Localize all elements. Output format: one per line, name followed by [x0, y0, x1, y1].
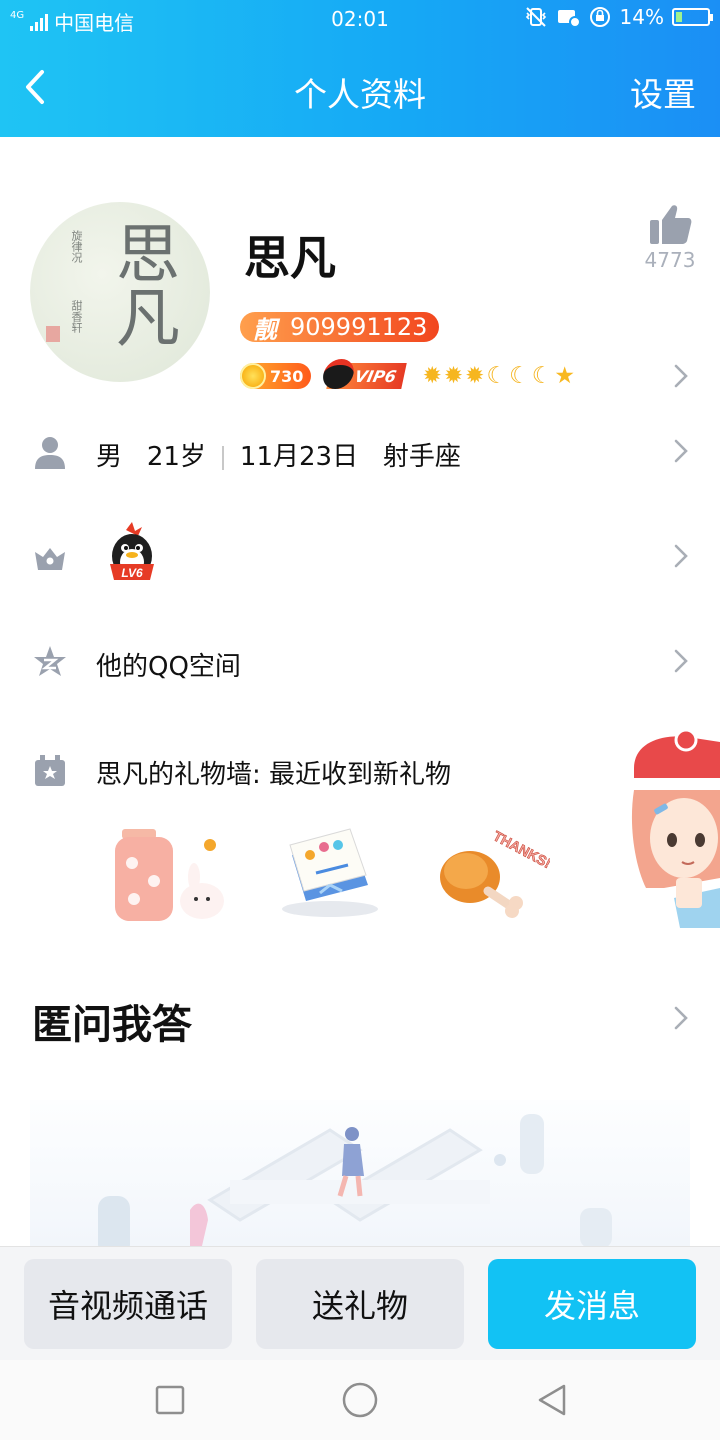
birthday: 11月23日 [239, 442, 359, 472]
bottom-action-bar: 音视频通话 送礼物 发消息 [0, 1246, 720, 1360]
header-bar: 4G 中国电信 02:01 14% 个人资料 设置 [0, 0, 720, 137]
back-nav-button[interactable] [534, 1382, 570, 1418]
gift-item[interactable] [270, 815, 390, 925]
gift-box-icon [35, 755, 65, 786]
profile-name: 思凡 [244, 231, 336, 285]
avatar[interactable]: 思凡 旋律况 甜香轩 [30, 202, 210, 382]
pretty-number-tag: 靓 [253, 315, 277, 344]
avatar-small-text: 甜香轩 [70, 300, 83, 333]
vibrate-icon [525, 7, 546, 27]
gender: 男 [96, 442, 123, 472]
level-badge-label: LV6 [121, 566, 143, 580]
gift-list: THANKS! [110, 815, 554, 925]
gift-wall-row[interactable]: 思凡的礼物墙: 最近收到新礼物 [0, 738, 720, 802]
battery-percent: 14% [619, 5, 664, 29]
drumstick-thanks-icon: THANKS! [440, 827, 554, 918]
qa-illustration [30, 1100, 690, 1246]
chevron-right-icon[interactable] [672, 1004, 690, 1032]
qzone-label: 他的QQ空间 [96, 652, 241, 682]
sun-icon: ✹ [422, 362, 442, 389]
video-call-button[interactable]: 音视频通话 [24, 1259, 232, 1349]
status-right: 14% [524, 5, 713, 29]
gift-item[interactable]: THANKS! [430, 815, 554, 925]
penguin-icon [320, 359, 358, 389]
recent-apps-button[interactable] [154, 1384, 186, 1416]
like-button[interactable]: 4773 [640, 202, 700, 272]
chevron-right-icon [674, 544, 688, 568]
avatar-calligraphy: 思凡 [105, 220, 179, 348]
qzone-star-icon [34, 646, 66, 676]
home-button[interactable] [340, 1380, 380, 1420]
qq-number: 909991123 [290, 313, 428, 341]
like-count: 4773 [644, 248, 696, 272]
avatar-small-text: 旋律况 [70, 230, 83, 263]
star-icon: ★ [554, 362, 575, 389]
rotation-lock-icon [589, 7, 610, 27]
gift-wall-label: 思凡的礼物墙: 最近收到新礼物 [96, 760, 452, 790]
moon-icon: ☾ [509, 362, 530, 389]
vip-badge: VIP6 [320, 359, 408, 389]
moon-icon: ☾ [531, 362, 553, 389]
send-message-button[interactable]: 发消息 [488, 1259, 696, 1349]
seal-stamp [46, 326, 60, 342]
battery-icon [672, 8, 713, 26]
birthday-card-icon [282, 828, 378, 917]
zodiac: 射手座 [382, 442, 461, 472]
level-penguin-badge: LV6 [110, 522, 154, 580]
sun-icon: ✹ [465, 362, 485, 389]
sun-icon: ✹ [443, 362, 464, 389]
cartoon-girl-decoration[interactable] [624, 728, 720, 928]
badges-row[interactable]: 730 VIP6 ✹ ✹ ✹ ☾ ☾ ☾ ★ [240, 359, 575, 392]
thumbs-up-icon [650, 205, 692, 244]
thanks-text: THANKS! [491, 828, 550, 872]
chevron-right-icon[interactable] [672, 362, 690, 390]
gift-item[interactable] [110, 815, 230, 925]
age: 21岁 [146, 442, 206, 472]
coin-badge: 730 [240, 363, 312, 389]
send-gift-button[interactable]: 送礼物 [256, 1259, 464, 1349]
chevron-right-icon [674, 649, 688, 673]
level-row[interactable]: LV6 [0, 520, 720, 592]
qa-section-title: 匿问我答 [32, 1002, 192, 1048]
status-bar: 4G 中国电信 02:01 14% [0, 0, 720, 38]
settings-button[interactable]: 设置 [630, 68, 696, 116]
message-icon [557, 10, 580, 28]
divider [221, 445, 224, 470]
qa-illustration-graphic [98, 1114, 612, 1246]
vip-label: VIP6 [353, 366, 399, 386]
qzone-row[interactable]: 他的QQ空间 [0, 630, 720, 694]
crown-icon [35, 548, 65, 570]
system-nav-bar [0, 1360, 720, 1440]
qq-number-badge: 靓 909991123 [240, 312, 440, 344]
coin-icon [240, 363, 266, 389]
basic-info-row[interactable]: 男 21岁 11月23日 射手座 [0, 420, 720, 484]
basic-info-text: 男 21岁 11月23日 射手座 [96, 436, 461, 473]
chevron-right-icon [674, 439, 688, 463]
moon-icon: ☾ [486, 362, 508, 389]
cherry-blossom-jar-icon [115, 829, 224, 921]
person-icon [35, 437, 65, 469]
coin-value: 730 [270, 366, 304, 386]
qq-level-icons: ✹ ✹ ✹ ☾ ☾ ☾ ★ [422, 362, 575, 389]
page-title: 个人资料 [294, 75, 426, 114]
